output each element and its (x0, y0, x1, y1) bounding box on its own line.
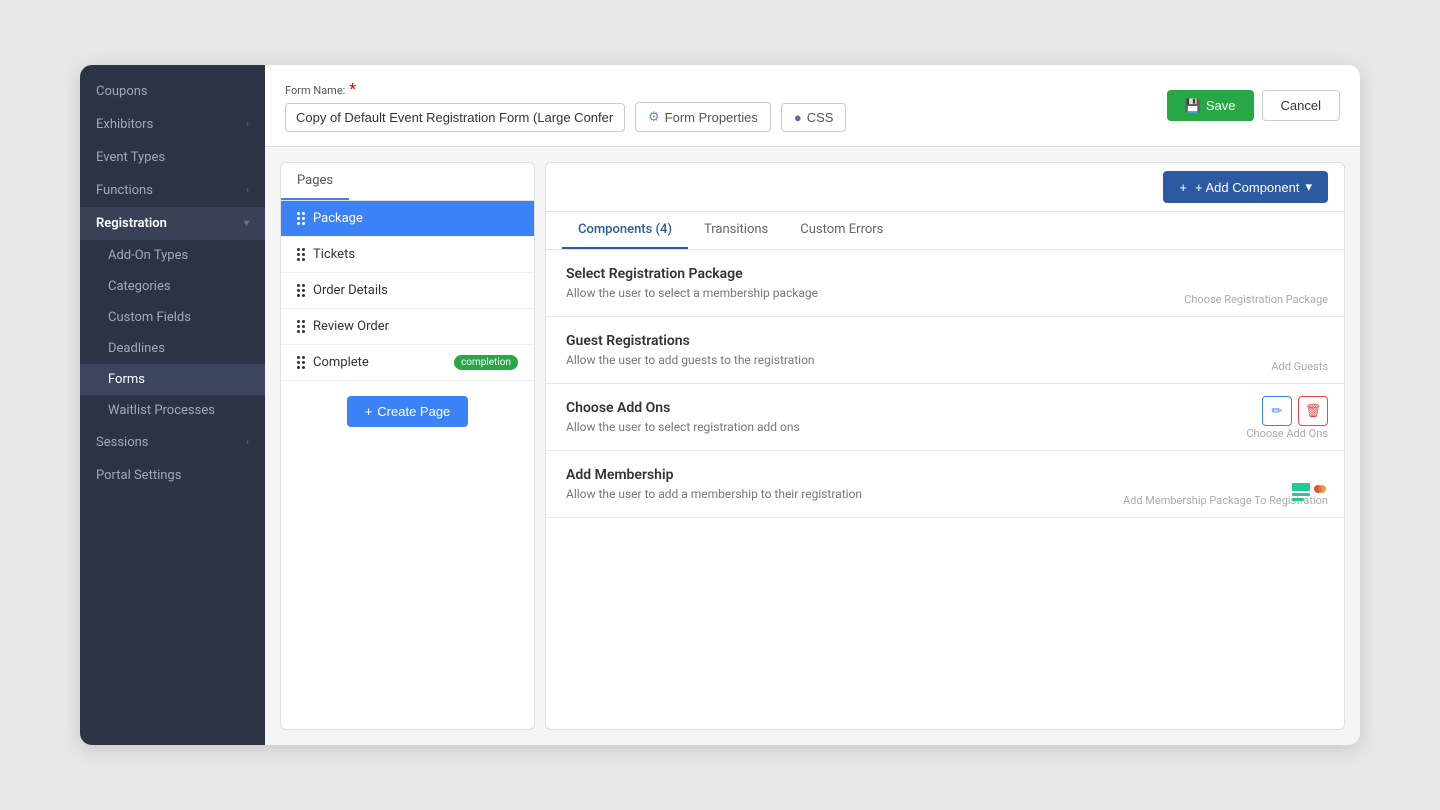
page-item-complete[interactable]: Complete completion (281, 345, 534, 381)
sidebar-item-registration[interactable]: Registration ▾ (80, 207, 265, 240)
component-type-label: Choose Registration Package (1184, 293, 1328, 306)
sidebar-item-event-types[interactable]: Event Types (80, 141, 265, 174)
components-list: Select Registration Package Allow the us… (546, 250, 1344, 729)
create-page-label: Create Page (377, 404, 450, 419)
components-toolbar: + + Add Component ▾ (546, 163, 1344, 212)
sidebar-item-waitlist-processes[interactable]: Waitlist Processes (80, 395, 265, 426)
component-description: Allow the user to select registration ad… (566, 420, 1324, 434)
tab-custom-errors[interactable]: Custom Errors (784, 212, 899, 249)
page-item-review-order[interactable]: Review Order (281, 309, 534, 345)
form-properties-button[interactable]: ⚙ Form Properties (635, 102, 771, 132)
chevron-down-icon: ▾ (244, 218, 249, 229)
form-name-input-row: ⚙ Form Properties ● CSS (285, 102, 1155, 132)
component-title: Choose Add Ons (566, 400, 1324, 416)
header-bar: Form Name: * ⚙ Form Properties ● CSS (265, 65, 1360, 147)
drag-handle-icon (297, 320, 305, 333)
cancel-button[interactable]: Cancel (1262, 90, 1340, 121)
form-name-input[interactable] (285, 103, 625, 132)
drag-handle-icon (297, 248, 305, 261)
body-area: Pages Package Tickets (265, 147, 1360, 745)
sidebar-item-sessions[interactable]: Sessions › (80, 426, 265, 459)
chevron-right-icon: › (246, 437, 249, 448)
css-button[interactable]: ● CSS (781, 103, 847, 132)
add-component-button[interactable]: + + Add Component ▾ (1163, 171, 1328, 203)
header-actions: 💾 Save Cancel (1167, 90, 1340, 121)
component-type-label: Add Guests (1271, 360, 1328, 373)
completion-badge: completion (454, 355, 518, 370)
form-name-section: Form Name: * ⚙ Form Properties ● CSS (285, 79, 1155, 132)
component-title: Add Membership (566, 467, 1324, 483)
tab-components[interactable]: Components (4) (562, 212, 688, 249)
plus-icon: + (1179, 180, 1187, 195)
sidebar-item-custom-fields[interactable]: Custom Fields (80, 302, 265, 333)
sidebar-item-deadlines[interactable]: Deadlines (80, 333, 265, 364)
component-description: Allow the user to add guests to the regi… (566, 353, 1324, 367)
page-item-tickets[interactable]: Tickets (281, 237, 534, 273)
edit-component-button[interactable]: ✏ (1262, 396, 1292, 426)
tabs-row: Components (4) Transitions Custom Errors (546, 212, 1344, 250)
main-content: Form Name: * ⚙ Form Properties ● CSS (265, 65, 1360, 745)
component-type-label: Choose Add Ons (1246, 427, 1328, 440)
sidebar-item-forms[interactable]: Forms (80, 364, 265, 395)
tab-transitions[interactable]: Transitions (688, 212, 784, 249)
form-name-label: Form Name: * (285, 79, 1155, 98)
component-title: Guest Registrations (566, 333, 1324, 349)
create-page-button[interactable]: + Create Page (347, 396, 469, 427)
drag-handle-icon (297, 356, 305, 369)
sidebar-item-functions[interactable]: Functions › (80, 174, 265, 207)
component-title: Select Registration Package (566, 266, 1324, 282)
edit-pencil-icon: ✏ (1272, 403, 1283, 419)
sidebar-item-portal-settings[interactable]: Portal Settings (80, 459, 265, 492)
plus-icon: + (365, 404, 373, 419)
component-card-choose-add-ons: Choose Add Ons Allow the user to select … (546, 384, 1344, 451)
drag-handle-icon (297, 284, 305, 297)
pages-header-container: Pages (281, 163, 534, 201)
sidebar: Coupons Exhibitors › Event Types Functio… (80, 65, 265, 745)
drag-handle-icon (297, 212, 305, 225)
sidebar-item-exhibitors[interactable]: Exhibitors › (80, 108, 265, 141)
chevron-right-icon: › (246, 119, 249, 130)
sidebar-item-coupons[interactable]: Coupons (80, 75, 265, 108)
chevron-down-icon: ▾ (1305, 179, 1312, 195)
save-button[interactable]: 💾 Save (1167, 90, 1254, 121)
component-actions: ✏ 🗑 (1262, 396, 1328, 426)
gear-icon: ⚙ (648, 109, 660, 125)
pages-panel: Pages Package Tickets (280, 162, 535, 730)
save-icon: 💾 (1185, 98, 1201, 114)
page-item-package[interactable]: Package (281, 201, 534, 237)
delete-trash-icon: 🗑 (1305, 403, 1322, 419)
pages-header: Pages (281, 163, 349, 200)
chevron-right-icon: › (246, 185, 249, 196)
sidebar-item-categories[interactable]: Categories (80, 271, 265, 302)
css-icon: ● (794, 110, 802, 125)
page-item-order-details[interactable]: Order Details (281, 273, 534, 309)
component-card-add-membership: Add Membership Allow the user to add a m… (546, 451, 1344, 518)
membership-icon-decoration (1292, 483, 1328, 507)
components-panel: + + Add Component ▾ Components (4) Trans… (545, 162, 1345, 730)
component-card-guest-registrations: Guest Registrations Allow the user to ad… (546, 317, 1344, 384)
sidebar-item-add-on-types[interactable]: Add-On Types (80, 240, 265, 271)
component-card-select-registration-package: Select Registration Package Allow the us… (546, 250, 1344, 317)
delete-component-button[interactable]: 🗑 (1298, 396, 1328, 426)
